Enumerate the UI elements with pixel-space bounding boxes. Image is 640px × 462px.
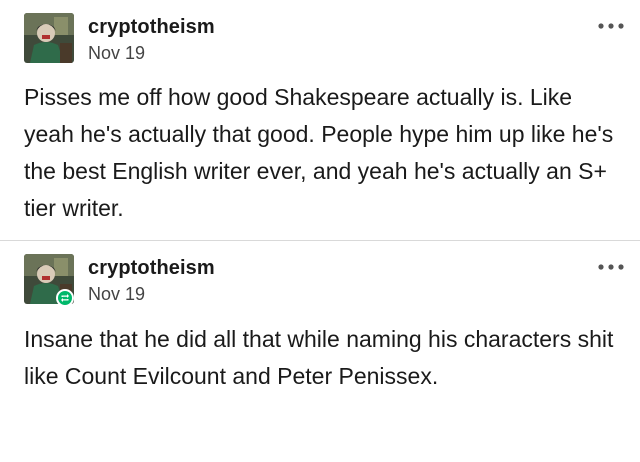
post-original: cryptotheism Nov 19 Pisses me off how go… — [0, 0, 640, 240]
post-date[interactable]: Nov 19 — [88, 284, 145, 305]
avatar[interactable] — [24, 13, 74, 63]
username[interactable]: cryptotheism — [88, 257, 215, 280]
post-body: Insane that he did all that while naming… — [24, 326, 614, 389]
username[interactable]: cryptotheism — [88, 16, 215, 39]
post-reply: cryptotheism Nov 19 Insane that he did a… — [0, 241, 640, 462]
reblog-icon — [56, 289, 74, 307]
more-options-icon[interactable] — [596, 20, 626, 32]
post-date[interactable]: Nov 19 — [88, 43, 145, 64]
more-options-icon[interactable] — [596, 261, 626, 273]
avatar-image — [24, 13, 74, 63]
post-body: Pisses me off how good Shakespeare actua… — [24, 84, 614, 221]
